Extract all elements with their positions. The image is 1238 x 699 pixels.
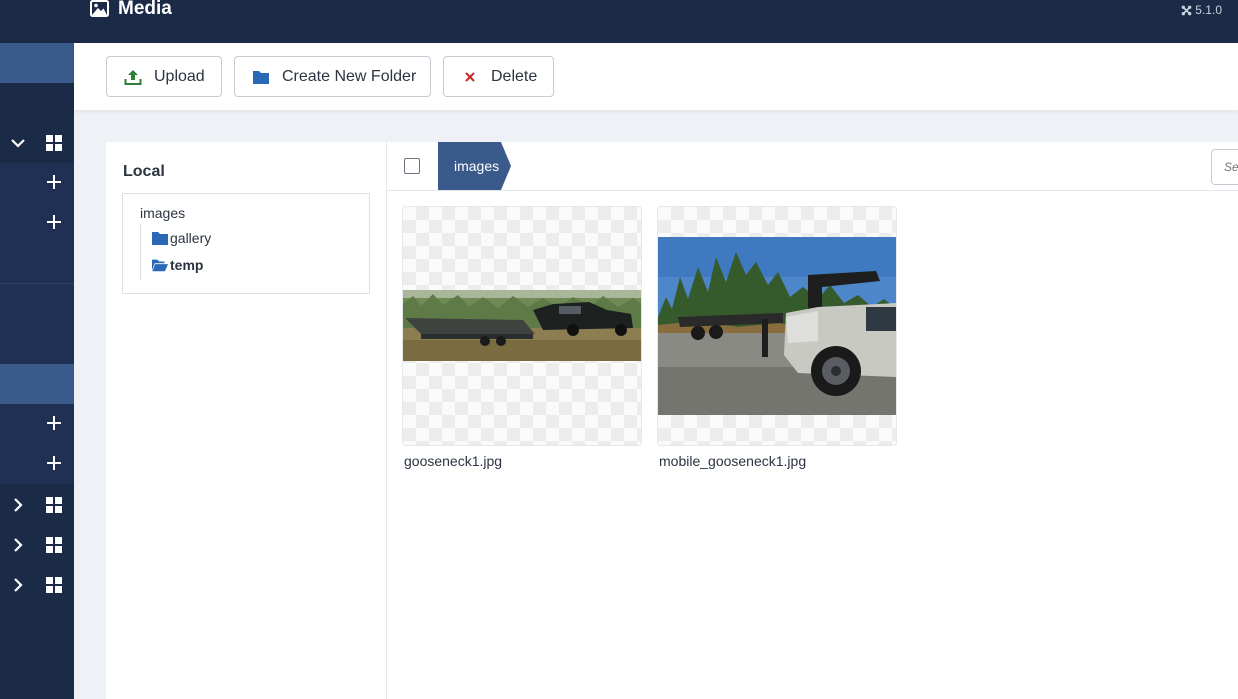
tree-item-label: temp xyxy=(170,257,204,273)
photo-gooseneck-trailer xyxy=(403,290,641,361)
sidebar-add-item[interactable] xyxy=(0,163,74,203)
sidebar-add-item[interactable] xyxy=(0,404,74,444)
sidebar-submenu xyxy=(0,404,74,484)
create-folder-button[interactable]: Create New Folder xyxy=(234,56,431,97)
dashboard-icon[interactable] xyxy=(46,577,62,593)
sidebar-submenu xyxy=(0,284,74,364)
tree-item-gallery[interactable]: gallery xyxy=(152,230,211,246)
photo-truck-trailer xyxy=(658,237,896,415)
media-thumbnail[interactable] xyxy=(657,206,897,446)
toolbar: Upload Create New Folder Delete xyxy=(74,43,1238,110)
search-input[interactable] xyxy=(1211,149,1238,185)
tree-item-temp[interactable]: temp xyxy=(152,257,203,273)
close-icon xyxy=(465,71,475,82)
sidebar-item-active[interactable] xyxy=(0,43,74,83)
joomla-icon xyxy=(1181,5,1192,15)
breadcrumb-item[interactable]: images xyxy=(438,142,502,190)
chevron-right-icon xyxy=(14,498,23,512)
create-folder-label: Create New Folder xyxy=(282,67,417,85)
media-thumbnail[interactable] xyxy=(402,206,642,446)
sidebar-add-item[interactable] xyxy=(0,444,74,484)
sidebar-item-active[interactable] xyxy=(0,364,74,404)
delete-button[interactable]: Delete xyxy=(443,56,554,97)
sidebar-item-collapsed[interactable] xyxy=(0,565,74,605)
media-item[interactable]: gooseneck1.jpg xyxy=(402,206,642,469)
files-pane: images Search gooseneck1.jpg mobile_goos… xyxy=(386,142,1238,699)
image-icon xyxy=(90,0,109,17)
plus-icon[interactable] xyxy=(47,456,61,470)
upload-label: Upload xyxy=(154,67,205,85)
version-text: 5.1.0 xyxy=(1195,3,1222,17)
upload-button[interactable]: Upload xyxy=(106,56,222,97)
version-badge: 5.1.0 xyxy=(1181,3,1222,17)
sidebar-item-collapsed[interactable] xyxy=(0,485,74,525)
folder-tree-pane: Local images gallery temp xyxy=(106,142,386,699)
folder-icon xyxy=(253,70,269,84)
media-item-name: gooseneck1.jpg xyxy=(404,453,503,469)
page-header: Media 5.1.0 xyxy=(74,0,1238,43)
media-item-name: mobile_gooseneck1.jpg xyxy=(659,453,807,469)
upload-icon xyxy=(124,69,142,85)
plus-icon[interactable] xyxy=(47,416,61,430)
tree-guide-line xyxy=(140,224,141,280)
page-title: Media xyxy=(118,0,172,19)
select-all-checkbox[interactable] xyxy=(404,158,420,174)
sidebar-submenu xyxy=(0,163,74,283)
dashboard-icon[interactable] xyxy=(46,135,62,151)
dashboard-icon[interactable] xyxy=(46,537,62,553)
sidebar-item-collapsed[interactable] xyxy=(0,525,74,565)
folder-icon xyxy=(152,232,168,245)
sidebar xyxy=(0,0,74,699)
browser-toolbar: images xyxy=(387,142,1238,191)
delete-label: Delete xyxy=(491,67,538,85)
tree-heading: Local xyxy=(123,163,165,180)
chevron-right-icon xyxy=(14,538,23,552)
media-manager: Local images gallery temp images Search … xyxy=(106,142,1238,699)
folder-open-icon xyxy=(152,259,168,272)
breadcrumb[interactable]: images xyxy=(438,142,512,190)
sidebar-item-expanded[interactable] xyxy=(0,123,74,163)
dashboard-icon[interactable] xyxy=(46,497,62,513)
sidebar-add-item[interactable] xyxy=(0,203,74,243)
chevron-right-icon xyxy=(14,578,23,592)
chevron-down-icon xyxy=(11,139,25,148)
breadcrumb-arrow xyxy=(501,142,512,190)
plus-icon[interactable] xyxy=(47,175,61,189)
tree-item-label: gallery xyxy=(170,230,212,246)
plus-icon[interactable] xyxy=(47,215,61,229)
tree-root-images[interactable]: images xyxy=(140,205,185,221)
media-item[interactable]: mobile_gooseneck1.jpg xyxy=(657,206,897,469)
folder-tree: images gallery temp xyxy=(122,193,370,294)
